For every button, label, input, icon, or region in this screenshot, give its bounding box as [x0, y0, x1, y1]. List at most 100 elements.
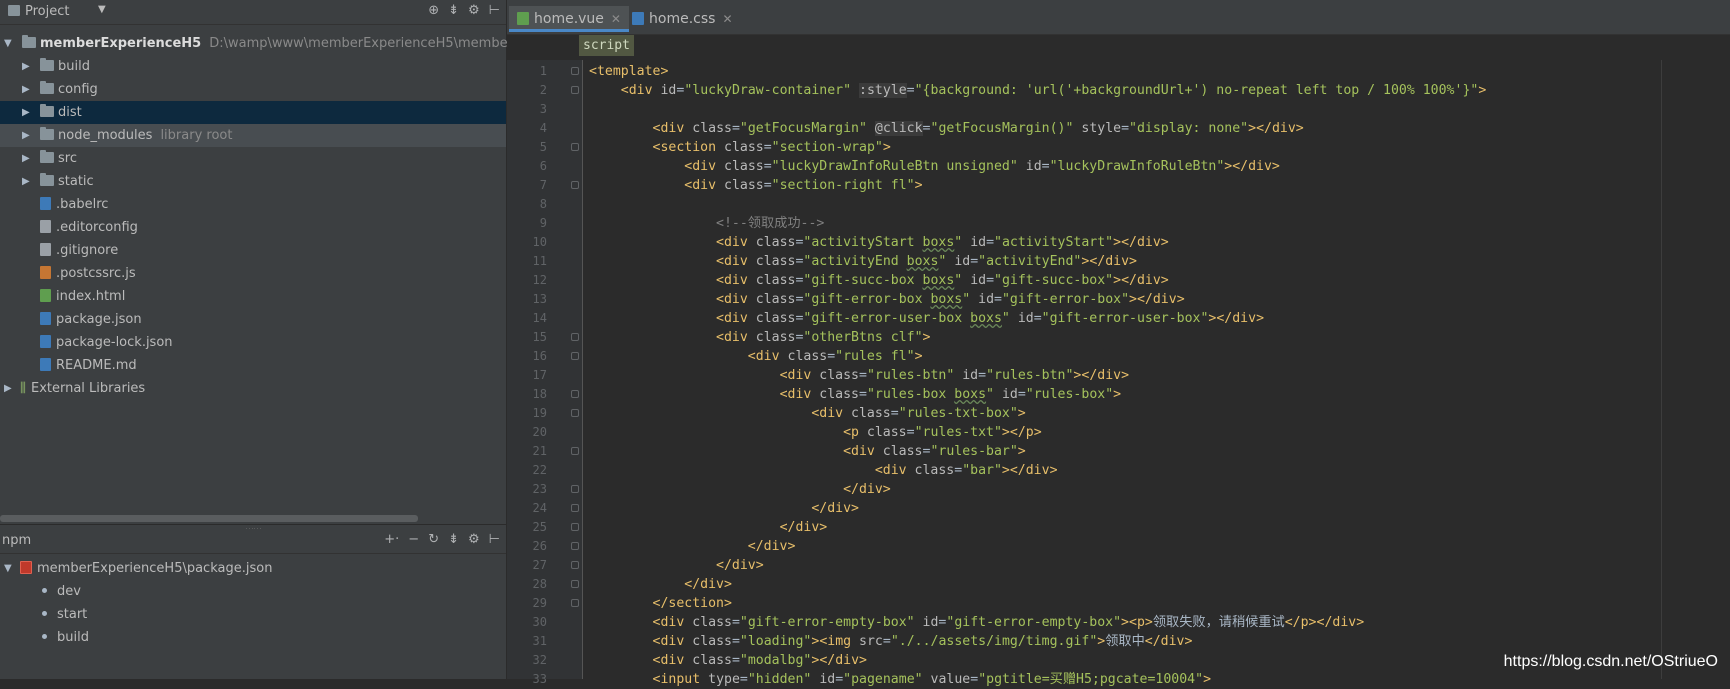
fold-icon[interactable]: [571, 447, 579, 455]
chevron-right-icon[interactable]: ▶: [22, 101, 30, 124]
tree-item[interactable]: ▶ static: [0, 170, 506, 193]
gear-icon[interactable]: ⚙: [468, 532, 480, 547]
chevron-down-icon[interactable]: ▼: [4, 32, 12, 55]
tree-item[interactable]: ▶ ⫼ External Libraries: [0, 377, 506, 400]
tree-item[interactable]: ▼ memberExperienceH5 D:\wamp\www\memberExp…: [0, 32, 508, 55]
npm-script-item[interactable]: dev: [0, 580, 506, 603]
gear-icon[interactable]: ⚙: [468, 3, 480, 18]
code-line: <div class="rules-btn" id="rules-btn"></…: [779, 368, 1130, 383]
collapse-all-icon[interactable]: ⇟: [448, 3, 459, 18]
bullet-icon: [42, 611, 47, 616]
tree-item[interactable]: ▶ src: [0, 147, 506, 170]
fold-icon[interactable]: [571, 86, 579, 94]
code-line: <div class="section-right fl">: [684, 178, 923, 193]
tree-item[interactable]: ▶ config: [0, 78, 506, 101]
npm-package-item[interactable]: ▼ memberExperienceH5\package.json: [0, 557, 506, 580]
chevron-right-icon[interactable]: ▶: [4, 377, 12, 400]
chevron-down-icon[interactable]: ▼: [98, 4, 106, 15]
target-icon[interactable]: ⊕: [428, 3, 439, 18]
fold-icon[interactable]: [571, 523, 579, 531]
fold-icon[interactable]: [571, 181, 579, 189]
line-number: 33: [532, 672, 547, 686]
folder-icon: [40, 150, 54, 163]
line-number: 16: [532, 349, 547, 363]
code-line: <div class="gift-error-empty-box" id="gi…: [652, 615, 1365, 630]
editor-tab-label: home.css: [649, 11, 716, 27]
refresh-icon[interactable]: ↻: [428, 532, 439, 547]
chevron-right-icon[interactable]: ▶: [22, 147, 30, 170]
horizontal-scrollbar[interactable]: [0, 515, 418, 522]
fold-icon[interactable]: [571, 485, 579, 493]
tree-item[interactable]: ▶ node_modules library root: [0, 124, 506, 147]
chevron-right-icon[interactable]: ▶: [22, 170, 30, 193]
code-line: </div>: [811, 501, 859, 516]
code-line: <div class="rules-txt-box">: [811, 406, 1026, 421]
fold-icon[interactable]: [571, 333, 579, 341]
breadcrumb[interactable]: script: [579, 35, 634, 56]
fold-icon[interactable]: [571, 580, 579, 588]
line-number: 14: [532, 311, 547, 325]
tree-item[interactable]: ▶ dist: [0, 101, 506, 124]
remove-icon[interactable]: −: [408, 532, 419, 547]
editor-area: home.vue ✕ home.css ✕ script 1 2 3 4 5 6 7 8 9 10 11 1…: [507, 0, 1730, 687]
fold-icon[interactable]: [571, 143, 579, 151]
tree-item-label: .postcssrc.js: [56, 266, 136, 281]
npm-script-item[interactable]: start: [0, 603, 506, 626]
code-line: <div class="getFocusMargin" @click="getF…: [652, 121, 1304, 136]
fold-icon[interactable]: [571, 504, 579, 512]
line-number: 18: [532, 387, 547, 401]
fold-icon[interactable]: [571, 352, 579, 360]
close-icon[interactable]: ✕: [722, 12, 732, 26]
tree-item[interactable]: index.html: [0, 285, 506, 308]
tree-item[interactable]: .babelrc: [0, 193, 506, 216]
folder-icon: [40, 173, 54, 186]
file-icon: [40, 312, 51, 325]
tree-item-label: index.html: [56, 289, 126, 304]
line-number: 17: [532, 368, 547, 382]
tree-item[interactable]: README.md: [0, 354, 506, 377]
hide-panel-icon[interactable]: ⊢: [489, 3, 500, 18]
line-number: 23: [532, 482, 547, 496]
line-number: 15: [532, 330, 547, 344]
fold-icon[interactable]: [571, 409, 579, 417]
npm-panel-toolbar: +· − ↻ ⇟ ⚙ ⊢: [384, 532, 500, 547]
editor-tab[interactable]: home.vue ✕: [509, 6, 629, 32]
add-icon[interactable]: +·: [384, 532, 399, 547]
file-icon: [517, 12, 529, 25]
fold-icon[interactable]: [571, 542, 579, 550]
npm-script-item[interactable]: build: [0, 626, 506, 649]
tree-item[interactable]: ▶ build: [0, 55, 506, 78]
tree-item-label: config: [58, 82, 98, 97]
tree-item-label: package-lock.json: [56, 335, 173, 350]
editor-tab-bar: home.vue ✕ home.css ✕: [507, 0, 1730, 35]
tree-item[interactable]: .editorconfig: [0, 216, 506, 239]
editor-tab[interactable]: home.css ✕: [624, 6, 741, 32]
line-number: 31: [532, 634, 547, 648]
close-icon[interactable]: ✕: [611, 12, 621, 26]
tree-item-path: D:\wamp\www\memberExperienceH5\membe: [209, 36, 508, 51]
tree-item-hint: library root: [160, 128, 233, 143]
code-line: <div id="luckyDraw-container" :style="{b…: [620, 83, 1487, 98]
line-number: 29: [532, 596, 547, 610]
code-line: <p class="rules-txt"></p>: [843, 425, 1042, 440]
fold-icon[interactable]: [571, 561, 579, 569]
fold-icon[interactable]: [571, 599, 579, 607]
chevron-right-icon[interactable]: ▶: [22, 55, 30, 78]
code-editor[interactable]: <template> <div id="luckyDraw-container"…: [583, 60, 1730, 687]
fold-icon[interactable]: [571, 67, 579, 75]
hide-panel-icon[interactable]: ⊢: [489, 532, 500, 547]
fold-icon[interactable]: [571, 390, 579, 398]
collapse-all-icon[interactable]: ⇟: [448, 532, 459, 547]
chevron-right-icon[interactable]: ▶: [22, 124, 30, 147]
line-number: 24: [532, 501, 547, 515]
tree-item[interactable]: .gitignore: [0, 239, 506, 262]
chevron-down-icon[interactable]: ▼: [4, 557, 12, 580]
project-panel-title[interactable]: Project: [8, 4, 69, 19]
file-icon: [40, 197, 51, 210]
tree-item[interactable]: .postcssrc.js: [0, 262, 506, 285]
tree-item[interactable]: package.json: [0, 308, 506, 331]
chevron-right-icon[interactable]: ▶: [22, 78, 30, 101]
tree-item[interactable]: package-lock.json: [0, 331, 506, 354]
project-tree: ▼ memberExperienceH5 D:\wamp\www\memberExp…: [0, 32, 508, 400]
line-number: 21: [532, 444, 547, 458]
